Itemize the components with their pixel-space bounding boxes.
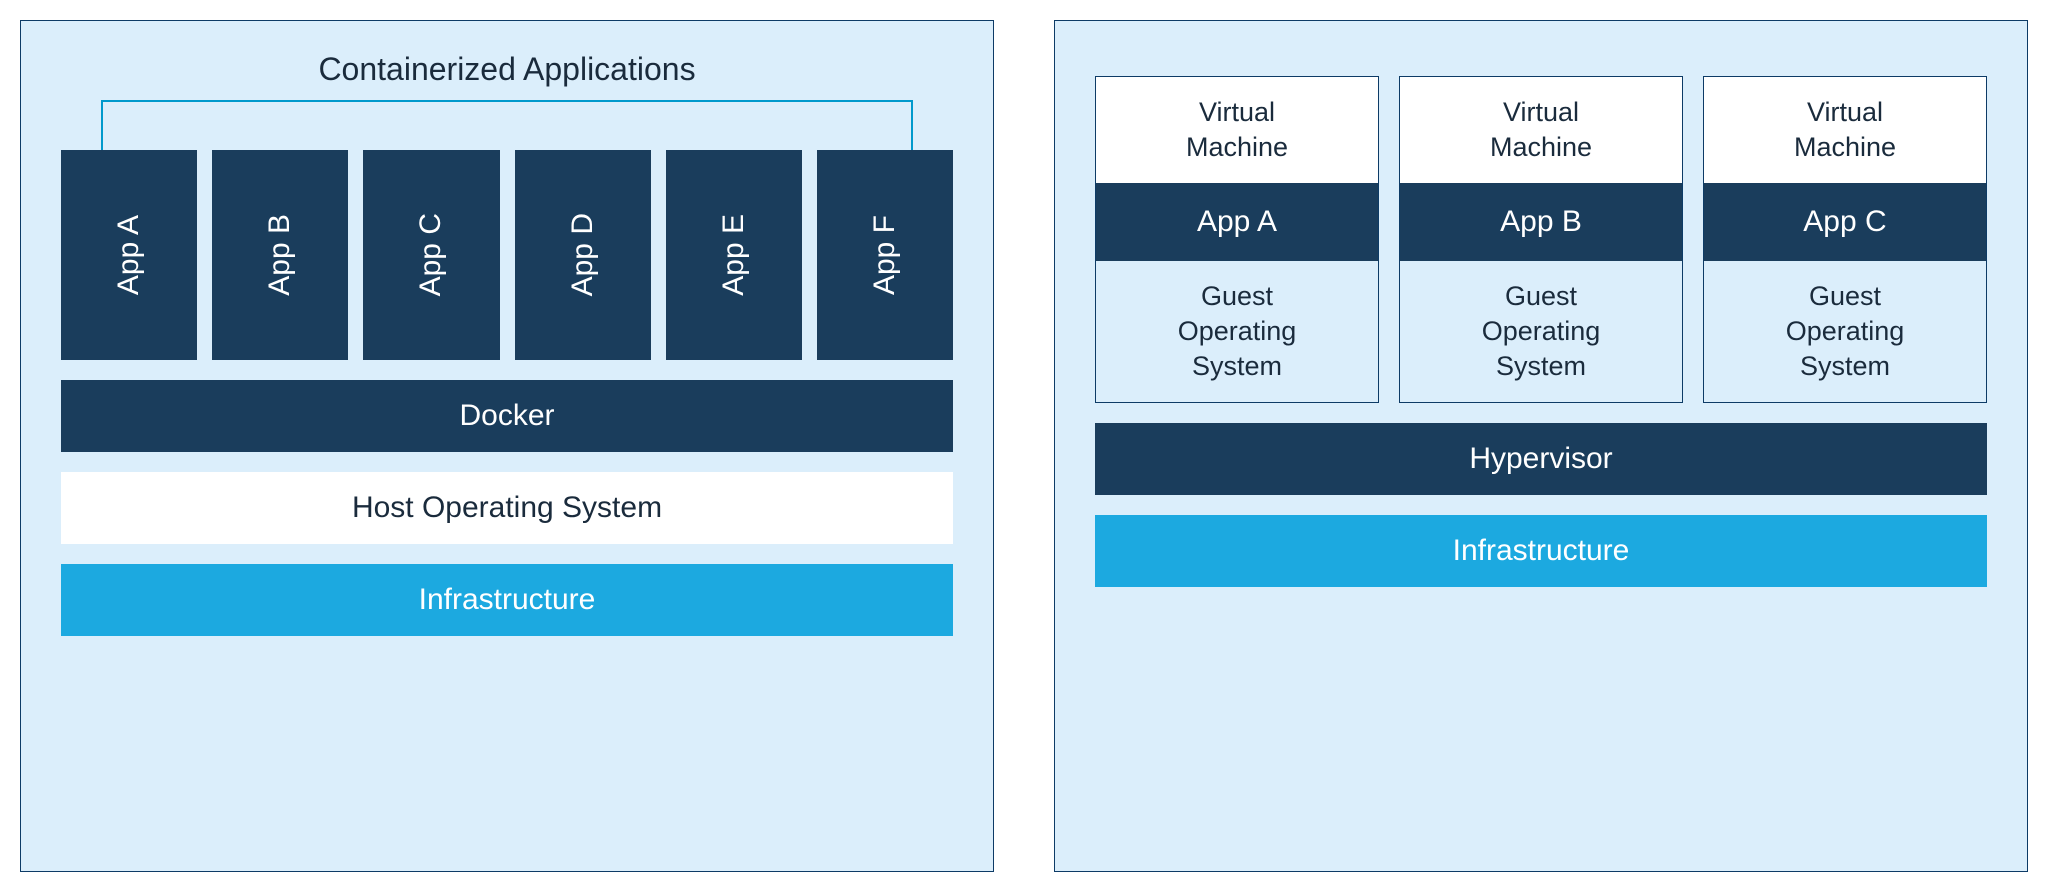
- containers-panel: Containerized Applications App A App B A…: [20, 20, 994, 872]
- bracket-decoration: [71, 100, 943, 150]
- vm-box: VirtualMachine App B GuestOperatingSyste…: [1399, 76, 1683, 403]
- docker-layer: Docker: [61, 380, 953, 452]
- vm-app: App A: [1096, 183, 1378, 261]
- containers-title: Containerized Applications: [61, 51, 953, 88]
- vm-title: VirtualMachine: [1096, 77, 1378, 183]
- host-os-layer: Host Operating System: [61, 472, 953, 544]
- vms-panel: VirtualMachine App A GuestOperatingSyste…: [1054, 20, 2028, 872]
- vms-row: VirtualMachine App A GuestOperatingSyste…: [1095, 76, 1987, 403]
- app-box: App B: [212, 150, 348, 360]
- app-box: App F: [817, 150, 953, 360]
- app-label: App E: [717, 214, 751, 296]
- app-label: App C: [414, 213, 448, 296]
- vm-app: App B: [1400, 183, 1682, 261]
- vm-guest-os: GuestOperatingSystem: [1400, 261, 1682, 402]
- app-label: App A: [112, 215, 146, 295]
- apps-row: App A App B App C App D App E App F: [61, 150, 953, 360]
- vm-title: VirtualMachine: [1400, 77, 1682, 183]
- vm-box: VirtualMachine App C GuestOperatingSyste…: [1703, 76, 1987, 403]
- app-box: App A: [61, 150, 197, 360]
- vm-guest-os: GuestOperatingSystem: [1096, 261, 1378, 402]
- app-label: App B: [263, 214, 297, 296]
- hypervisor-layer: Hypervisor: [1095, 423, 1987, 495]
- vm-guest-os: GuestOperatingSystem: [1704, 261, 1986, 402]
- app-box: App D: [515, 150, 651, 360]
- app-label: App F: [868, 215, 902, 295]
- app-label: App D: [566, 213, 600, 296]
- app-box: App C: [363, 150, 499, 360]
- vm-title: VirtualMachine: [1704, 77, 1986, 183]
- vm-box: VirtualMachine App A GuestOperatingSyste…: [1095, 76, 1379, 403]
- infrastructure-layer: Infrastructure: [1095, 515, 1987, 587]
- app-box: App E: [666, 150, 802, 360]
- infrastructure-layer: Infrastructure: [61, 564, 953, 636]
- vm-app: App C: [1704, 183, 1986, 261]
